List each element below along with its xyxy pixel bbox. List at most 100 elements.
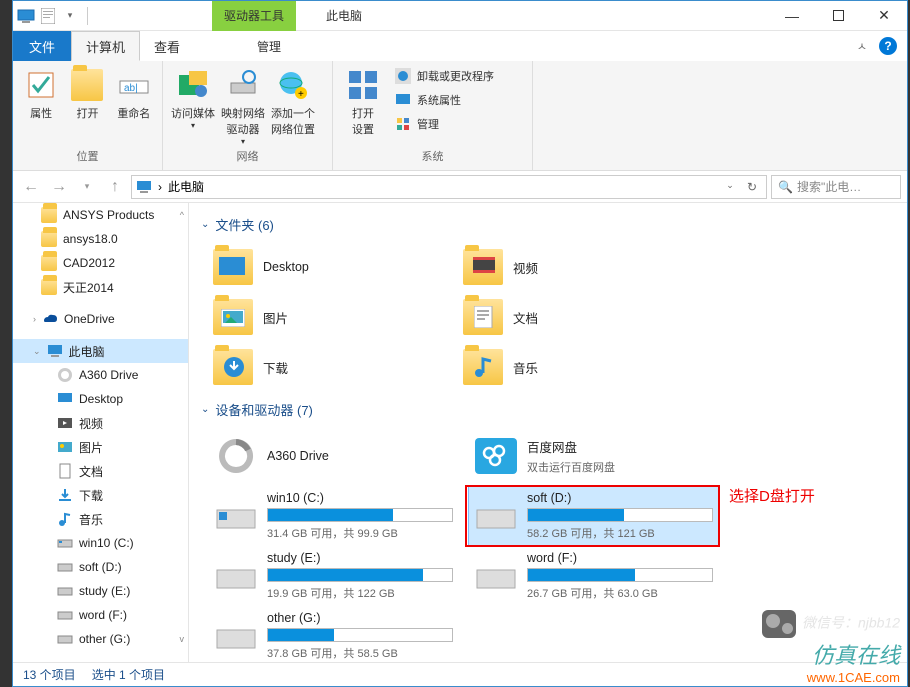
sidebar-item-drive-d[interactable]: soft (D:) [13, 555, 188, 579]
folder-icon [41, 255, 57, 271]
minimize-button[interactable]: — [769, 1, 815, 31]
map-drive-button[interactable]: 映射网络 驱动器▾ [221, 65, 265, 146]
sidebar-item-a360[interactable]: A360 Drive [13, 363, 188, 387]
folder-icon [41, 279, 57, 295]
properties-button[interactable]: 属性 [21, 65, 61, 121]
sidebar-item-documents[interactable]: 文档 [13, 459, 188, 483]
drive-g[interactable]: other (G:)37.8 GB 可用，共 58.5 GB [209, 607, 459, 662]
drive-icon [57, 535, 73, 551]
svg-text:ab|: ab| [124, 83, 138, 94]
nav-back-button[interactable]: ← [19, 175, 43, 199]
drive-icon [57, 631, 73, 647]
nav-up-button[interactable]: ↑ [103, 175, 127, 199]
sidebar-item-desktop[interactable]: Desktop [13, 387, 188, 411]
rename-button[interactable]: ab| 重命名 [114, 65, 154, 121]
drive-icon [215, 618, 257, 654]
drive-icon [215, 558, 257, 594]
settings-grid-icon [347, 69, 379, 101]
sidebar-item-onedrive[interactable]: ›OneDrive [13, 307, 188, 331]
titlebar: ▾ 驱动器工具 此电脑 — ✕ [13, 1, 907, 31]
dropdown-icon[interactable]: ▾ [61, 7, 79, 25]
chevron-down-icon: ⌄ [201, 219, 209, 230]
sidebar-item-ansys18[interactable]: ansys18.0 [13, 227, 188, 251]
docs-folder-icon [463, 299, 503, 335]
drive-a360[interactable]: A360 Drive [209, 427, 459, 485]
drive-e[interactable]: study (E:)19.9 GB 可用，共 122 GB [209, 547, 459, 605]
sidebar-item-downloads[interactable]: 下载 [13, 483, 188, 507]
folder-videos[interactable]: 视频 [459, 242, 709, 292]
section-folders-header[interactable]: ⌄文件夹 (6) [189, 211, 907, 238]
music-icon [57, 511, 73, 527]
rename-icon: ab| [118, 69, 150, 101]
sidebar-item-drive-e[interactable]: study (E:) [13, 579, 188, 603]
tab-manage[interactable]: 管理 [241, 31, 298, 61]
a360-icon [215, 438, 257, 474]
ribbon-group-location-label: 位置 [21, 146, 154, 166]
drive-d[interactable]: soft (D:)58.2 GB 可用，共 121 GB [469, 487, 719, 545]
network-drive-icon [227, 69, 259, 101]
status-item-count: 13 个项目 [23, 666, 76, 683]
sidebar-item-pictures[interactable]: 图片 [13, 435, 188, 459]
close-button[interactable]: ✕ [861, 1, 907, 31]
sidebar-item-ansys-products[interactable]: ANSYS Products^ [13, 203, 188, 227]
context-tab-drive-tools[interactable]: 驱动器工具 [212, 1, 296, 31]
system-properties-button[interactable]: 系统属性 [391, 89, 498, 111]
downloads-folder-icon [213, 349, 253, 385]
maximize-button[interactable] [815, 1, 861, 31]
sidebar-item-cad2012[interactable]: CAD2012 [13, 251, 188, 275]
explorer-window: ▾ 驱动器工具 此电脑 — ✕ 文件 计算机 查看 管理 ㅅ ? 属性 [12, 0, 908, 687]
manage-button[interactable]: 管理 [391, 113, 498, 135]
folder-desktop[interactable]: Desktop [209, 242, 459, 292]
address-dropdown-icon[interactable]: ⌄ [720, 180, 740, 194]
nav-forward-button[interactable]: → [47, 175, 71, 199]
checkbox-icon [25, 69, 57, 101]
sysprops-icon [395, 92, 411, 108]
quick-access-toolbar: ▾ [13, 7, 92, 25]
sidebar-item-this-pc[interactable]: ⌄此电脑 [13, 339, 188, 363]
folder-music[interactable]: 音乐 [459, 342, 709, 392]
onedrive-icon [42, 311, 58, 327]
search-input[interactable]: 🔍 搜索"此电… [771, 175, 901, 199]
drive-icon [475, 558, 517, 594]
access-media-button[interactable]: 访问媒体▾ [171, 65, 215, 130]
ribbon-collapse-icon[interactable]: ㅅ [857, 38, 867, 54]
sidebar-item-tianzheng[interactable]: 天正2014 [13, 275, 188, 299]
tab-file[interactable]: 文件 [13, 31, 71, 61]
uninstall-button[interactable]: 卸载或更改程序 [391, 65, 498, 87]
sidebar-item-drive-c[interactable]: win10 (C:) [13, 531, 188, 555]
downloads-icon [57, 487, 73, 503]
desktop-icon [57, 391, 73, 407]
refresh-icon[interactable]: ↻ [742, 180, 762, 194]
tab-view[interactable]: 查看 [140, 31, 195, 61]
drive-f[interactable]: word (F:)26.7 GB 可用，共 63.0 GB [469, 547, 719, 605]
pc-icon [136, 179, 152, 195]
address-input[interactable]: › 此电脑 ⌄ ↻ [131, 175, 767, 199]
docs-icon [57, 463, 73, 479]
sidebar-item-drive-f[interactable]: word (F:) [13, 603, 188, 627]
annotation-text: 选择D盘打开 [729, 485, 815, 506]
tab-computer[interactable]: 计算机 [71, 31, 140, 61]
folder-icon [41, 231, 57, 247]
section-drives-header[interactable]: ⌄设备和驱动器 (7) [189, 396, 907, 423]
breadcrumb-sep: › [158, 180, 162, 194]
folder-downloads[interactable]: 下载 [209, 342, 459, 392]
breadcrumb-this-pc[interactable]: 此电脑 [168, 178, 204, 195]
chevron-down-icon: ⌄ [201, 404, 209, 415]
sidebar-item-videos[interactable]: 视频 [13, 411, 188, 435]
drive-baidu[interactable]: 百度网盘双击运行百度网盘 [469, 427, 719, 485]
sidebar-item-drive-g[interactable]: other (G:)v [13, 627, 188, 651]
open-button[interactable]: 打开 [67, 65, 107, 121]
drive-icon [475, 498, 517, 534]
manage-icon [395, 116, 411, 132]
folder-pictures[interactable]: 图片 [209, 292, 459, 342]
nav-history-dropdown[interactable]: ▾ [75, 175, 99, 199]
folder-documents[interactable]: 文档 [459, 292, 709, 342]
help-icon[interactable]: ? [879, 37, 897, 55]
add-network-location-button[interactable]: + 添加一个 网络位置 [271, 65, 315, 137]
pc-icon [47, 343, 63, 359]
doc-icon[interactable] [39, 7, 57, 25]
drive-c-icon [215, 498, 257, 534]
sidebar-item-music[interactable]: 音乐 [13, 507, 188, 531]
open-settings-button[interactable]: 打开 设置 [341, 65, 385, 137]
drive-c[interactable]: win10 (C:)31.4 GB 可用，共 99.9 GB [209, 487, 459, 545]
